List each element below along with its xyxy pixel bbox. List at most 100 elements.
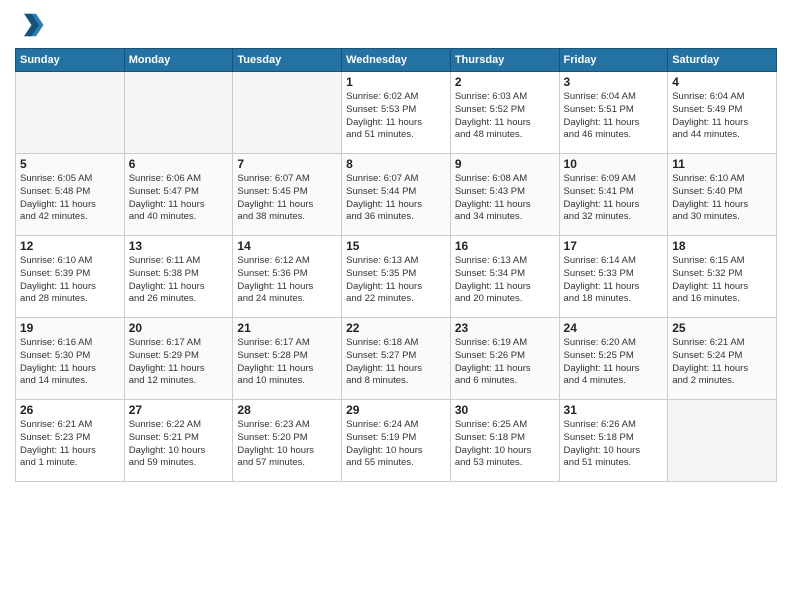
day-number: 12 [20,239,120,253]
day-number: 21 [237,321,337,335]
day-number: 16 [455,239,555,253]
day-number: 10 [564,157,664,171]
calendar-cell: 19 Sunrise: 6:16 AM Sunset: 5:30 PM Dayli… [16,318,125,400]
calendar-cell: 11Sunrise: 6:10 AM Sunset: 5:40 PM Dayli… [668,154,777,236]
day-info: Sunrise: 6:24 AM Sunset: 5:19 PM Dayligh… [346,419,446,470]
weekday-header-saturday: Saturday [668,49,777,72]
calendar-week-2: 5Sunrise: 6:05 AM Sunset: 5:48 PM Daylig… [16,154,777,236]
calendar-cell: 24 Sunrise: 6:20 AM Sunset: 5:25 PM Dayli… [559,318,668,400]
day-info: Sunrise: 6:20 AM Sunset: 5:25 PM Dayligh… [564,337,664,388]
day-info: Sunrise: 6:18 AM Sunset: 5:27 PM Dayligh… [346,337,446,388]
logo-icon [15,10,45,40]
page-container: SundayMondayTuesdayWednesdayThursdayFrid… [0,0,792,492]
weekday-row: SundayMondayTuesdayWednesdayThursdayFrid… [16,49,777,72]
day-info: Sunrise: 6:21 AM Sunset: 5:24 PM Dayligh… [672,337,772,388]
calendar-cell [16,72,125,154]
weekday-header-wednesday: Wednesday [342,49,451,72]
day-info: Sunrise: 6:07 AM Sunset: 5:44 PM Dayligh… [346,173,446,224]
calendar-cell: 26 Sunrise: 6:21 AM Sunset: 5:23 PM Dayli… [16,400,125,482]
day-number: 8 [346,157,446,171]
calendar-cell: 18Sunrise: 6:15 AM Sunset: 5:32 PM Dayli… [668,236,777,318]
calendar-cell: 4Sunrise: 6:04 AM Sunset: 5:49 PM Daylig… [668,72,777,154]
day-number: 1 [346,75,446,89]
day-number: 19 [20,321,120,335]
day-info: Sunrise: 6:08 AM Sunset: 5:43 PM Dayligh… [455,173,555,224]
day-info: Sunrise: 6:16 AM Sunset: 5:30 PM Dayligh… [20,337,120,388]
calendar-cell: 27 Sunrise: 6:22 AM Sunset: 5:21 PM Dayli… [124,400,233,482]
day-number: 31 [564,403,664,417]
day-info: Sunrise: 6:13 AM Sunset: 5:35 PM Dayligh… [346,255,446,306]
weekday-header-friday: Friday [559,49,668,72]
day-number: 15 [346,239,446,253]
calendar-week-1: 1 Sunrise: 6:02 AM Sunset: 5:53 PM Daylig… [16,72,777,154]
day-info: Sunrise: 6:26 AM Sunset: 5:18 PM Dayligh… [564,419,664,470]
day-number: 20 [129,321,229,335]
day-info: Sunrise: 6:13 AM Sunset: 5:34 PM Dayligh… [455,255,555,306]
day-number: 9 [455,157,555,171]
calendar-cell: 22 Sunrise: 6:18 AM Sunset: 5:27 PM Dayli… [342,318,451,400]
day-info: Sunrise: 6:11 AM Sunset: 5:38 PM Dayligh… [129,255,229,306]
day-number: 2 [455,75,555,89]
day-info: Sunrise: 6:10 AM Sunset: 5:40 PM Dayligh… [672,173,772,224]
day-number: 5 [20,157,120,171]
day-number: 24 [564,321,664,335]
calendar-week-5: 26 Sunrise: 6:21 AM Sunset: 5:23 PM Dayli… [16,400,777,482]
calendar-cell [233,72,342,154]
calendar-cell: 16 Sunrise: 6:13 AM Sunset: 5:34 PM Dayli… [450,236,559,318]
day-info: Sunrise: 6:03 AM Sunset: 5:52 PM Dayligh… [455,91,555,142]
day-info: Sunrise: 6:25 AM Sunset: 5:18 PM Dayligh… [455,419,555,470]
day-info: Sunrise: 6:17 AM Sunset: 5:28 PM Dayligh… [237,337,337,388]
calendar-cell: 21 Sunrise: 6:17 AM Sunset: 5:28 PM Dayli… [233,318,342,400]
calendar-week-3: 12 Sunrise: 6:10 AM Sunset: 5:39 PM Dayli… [16,236,777,318]
logo [15,10,47,40]
weekday-header-thursday: Thursday [450,49,559,72]
calendar-cell: 15 Sunrise: 6:13 AM Sunset: 5:35 PM Dayli… [342,236,451,318]
day-info: Sunrise: 6:12 AM Sunset: 5:36 PM Dayligh… [237,255,337,306]
calendar-cell: 31 Sunrise: 6:26 AM Sunset: 5:18 PM Dayli… [559,400,668,482]
calendar-cell: 7Sunrise: 6:07 AM Sunset: 5:45 PM Daylig… [233,154,342,236]
day-number: 3 [564,75,664,89]
calendar-cell: 17Sunrise: 6:14 AM Sunset: 5:33 PM Dayli… [559,236,668,318]
day-number: 28 [237,403,337,417]
calendar-cell: 30 Sunrise: 6:25 AM Sunset: 5:18 PM Dayli… [450,400,559,482]
day-info: Sunrise: 6:10 AM Sunset: 5:39 PM Dayligh… [20,255,120,306]
day-info: Sunrise: 6:17 AM Sunset: 5:29 PM Dayligh… [129,337,229,388]
day-info: Sunrise: 6:21 AM Sunset: 5:23 PM Dayligh… [20,419,120,470]
calendar-cell: 1 Sunrise: 6:02 AM Sunset: 5:53 PM Daylig… [342,72,451,154]
day-info: Sunrise: 6:23 AM Sunset: 5:20 PM Dayligh… [237,419,337,470]
calendar-body: 1 Sunrise: 6:02 AM Sunset: 5:53 PM Daylig… [16,72,777,482]
calendar-cell: 5Sunrise: 6:05 AM Sunset: 5:48 PM Daylig… [16,154,125,236]
day-info: Sunrise: 6:07 AM Sunset: 5:45 PM Dayligh… [237,173,337,224]
calendar-cell: 2 Sunrise: 6:03 AM Sunset: 5:52 PM Daylig… [450,72,559,154]
day-info: Sunrise: 6:22 AM Sunset: 5:21 PM Dayligh… [129,419,229,470]
calendar-cell: 10Sunrise: 6:09 AM Sunset: 5:41 PM Dayli… [559,154,668,236]
day-number: 26 [20,403,120,417]
day-info: Sunrise: 6:15 AM Sunset: 5:32 PM Dayligh… [672,255,772,306]
calendar-week-4: 19 Sunrise: 6:16 AM Sunset: 5:30 PM Dayli… [16,318,777,400]
day-number: 30 [455,403,555,417]
calendar-cell: 23Sunrise: 6:19 AM Sunset: 5:26 PM Dayli… [450,318,559,400]
page-header [15,10,777,40]
weekday-header-tuesday: Tuesday [233,49,342,72]
weekday-header-monday: Monday [124,49,233,72]
calendar-cell: 3 Sunrise: 6:04 AM Sunset: 5:51 PM Daylig… [559,72,668,154]
day-info: Sunrise: 6:04 AM Sunset: 5:51 PM Dayligh… [564,91,664,142]
day-number: 29 [346,403,446,417]
calendar-cell: 8 Sunrise: 6:07 AM Sunset: 5:44 PM Daylig… [342,154,451,236]
calendar-cell: 9 Sunrise: 6:08 AM Sunset: 5:43 PM Daylig… [450,154,559,236]
day-number: 6 [129,157,229,171]
calendar-table: SundayMondayTuesdayWednesdayThursdayFrid… [15,48,777,482]
day-info: Sunrise: 6:02 AM Sunset: 5:53 PM Dayligh… [346,91,446,142]
day-number: 22 [346,321,446,335]
weekday-header-sunday: Sunday [16,49,125,72]
day-number: 14 [237,239,337,253]
calendar-cell: 28 Sunrise: 6:23 AM Sunset: 5:20 PM Dayli… [233,400,342,482]
calendar-cell: 25 Sunrise: 6:21 AM Sunset: 5:24 PM Dayli… [668,318,777,400]
day-number: 17 [564,239,664,253]
calendar-cell: 13Sunrise: 6:11 AM Sunset: 5:38 PM Dayli… [124,236,233,318]
day-number: 27 [129,403,229,417]
calendar-cell: 6Sunrise: 6:06 AM Sunset: 5:47 PM Daylig… [124,154,233,236]
calendar-cell: 29 Sunrise: 6:24 AM Sunset: 5:19 PM Dayli… [342,400,451,482]
day-number: 25 [672,321,772,335]
day-info: Sunrise: 6:04 AM Sunset: 5:49 PM Dayligh… [672,91,772,142]
